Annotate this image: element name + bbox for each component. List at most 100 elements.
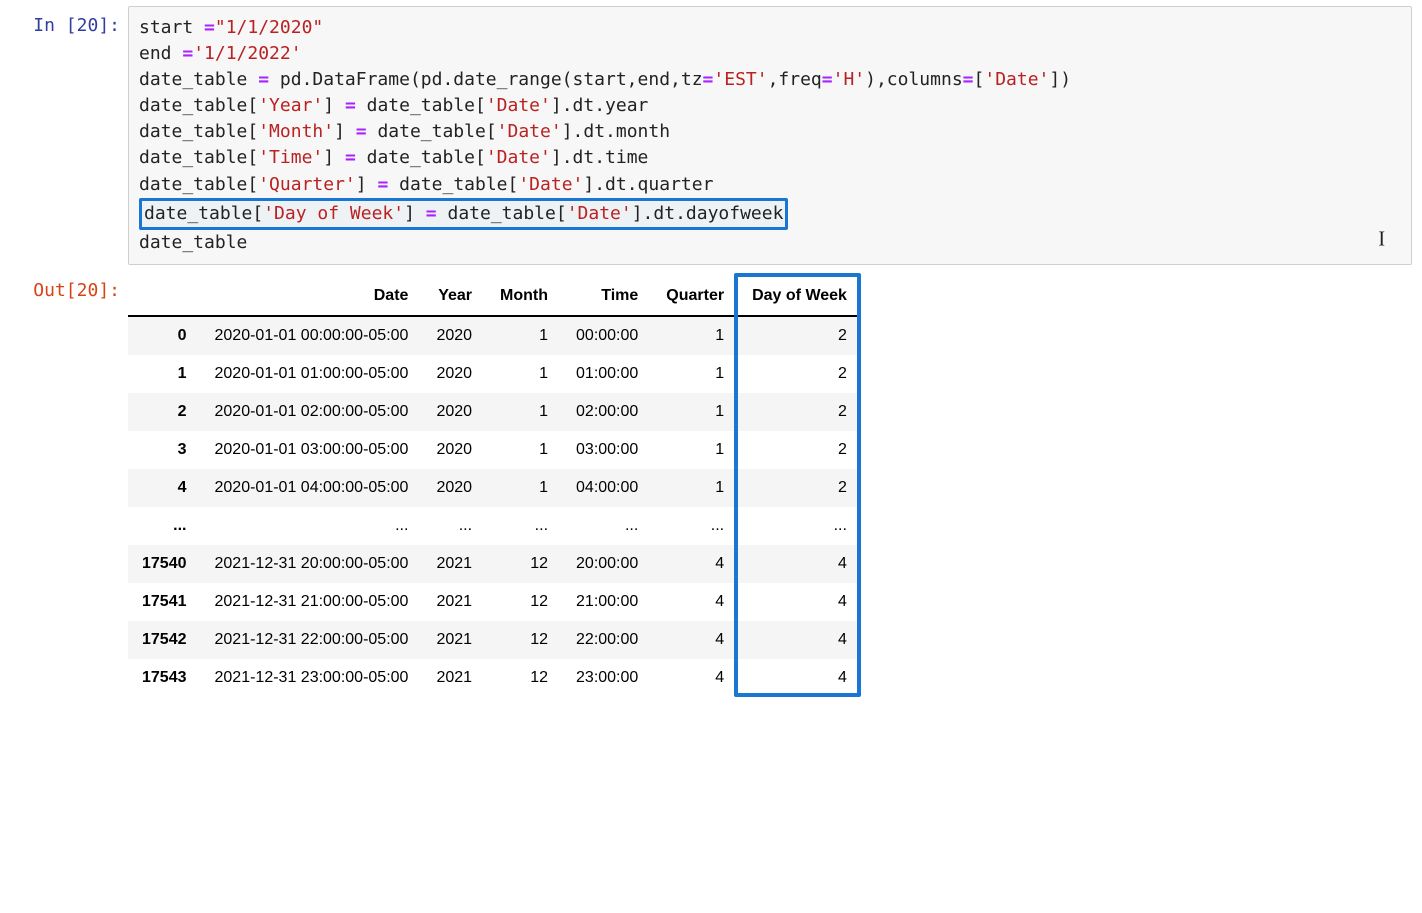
code-line-9: date_table xyxy=(139,232,247,253)
table-row: ..................... xyxy=(128,507,861,545)
cell: 1 xyxy=(652,469,738,507)
cell: 1 xyxy=(652,393,738,431)
code-line-8-highlighted: date_table['Day of Week'] = date_table['… xyxy=(139,198,788,230)
cell: 2020-01-01 00:00:00-05:00 xyxy=(201,316,423,355)
output-cell: Out[20]: Date Year Month Time Quarter Da… xyxy=(10,271,1412,700)
code-input[interactable]: start ="1/1/2020" end ='1/1/2022' date_t… xyxy=(128,6,1412,265)
code-line-2: end ='1/1/2022' xyxy=(139,43,302,64)
cell: ... xyxy=(201,507,423,545)
cell: 2 xyxy=(738,316,861,355)
table-row: 175422021-12-31 22:00:00-05:0020211222:0… xyxy=(128,621,861,659)
table-row: 175402021-12-31 20:00:00-05:0020211220:0… xyxy=(128,545,861,583)
cell: 02:00:00 xyxy=(562,393,652,431)
row-index: 4 xyxy=(128,469,201,507)
cell: 2020 xyxy=(422,469,486,507)
cell: 1 xyxy=(652,316,738,355)
cell: 1 xyxy=(486,469,562,507)
row-index: 17541 xyxy=(128,583,201,621)
table-body: 02020-01-01 00:00:00-05:002020100:00:001… xyxy=(128,316,861,697)
table-row: 175432021-12-31 23:00:00-05:0020211223:0… xyxy=(128,659,861,697)
cell: 4 xyxy=(652,583,738,621)
col-month: Month xyxy=(486,277,562,316)
code-line-3: date_table = pd.DataFrame(pd.date_range(… xyxy=(139,69,1071,90)
cell: 4 xyxy=(738,621,861,659)
cell: 23:00:00 xyxy=(562,659,652,697)
cell: 12 xyxy=(486,659,562,697)
cell: ... xyxy=(486,507,562,545)
cell: 21:00:00 xyxy=(562,583,652,621)
cell: 4 xyxy=(652,545,738,583)
table-row: 22020-01-01 02:00:00-05:002020102:00:001… xyxy=(128,393,861,431)
col-dayofweek: Day of Week xyxy=(738,277,861,316)
cell: 2020 xyxy=(422,316,486,355)
code-line-5: date_table['Month'] = date_table['Date']… xyxy=(139,121,670,142)
cell: 1 xyxy=(652,355,738,393)
cell: 4 xyxy=(738,659,861,697)
cell: 2021 xyxy=(422,659,486,697)
code-line-1: start ="1/1/2020" xyxy=(139,17,323,38)
output-prompt: Out[20]: xyxy=(10,271,128,302)
cell: 1 xyxy=(486,355,562,393)
col-year: Year xyxy=(422,277,486,316)
row-index: ... xyxy=(128,507,201,545)
cell: 2020 xyxy=(422,355,486,393)
table-header: Date Year Month Time Quarter Day of Week xyxy=(128,277,861,316)
cell: 00:00:00 xyxy=(562,316,652,355)
cell: 1 xyxy=(486,431,562,469)
cell: 2020-01-01 03:00:00-05:00 xyxy=(201,431,423,469)
cell: 1 xyxy=(652,431,738,469)
cell: 12 xyxy=(486,621,562,659)
cell: 2020-01-01 01:00:00-05:00 xyxy=(201,355,423,393)
row-index: 17540 xyxy=(128,545,201,583)
col-index xyxy=(128,277,201,316)
cell: 03:00:00 xyxy=(562,431,652,469)
row-index: 2 xyxy=(128,393,201,431)
cell: 2021 xyxy=(422,583,486,621)
cell: 04:00:00 xyxy=(562,469,652,507)
row-index: 17543 xyxy=(128,659,201,697)
row-index: 3 xyxy=(128,431,201,469)
cell: 1 xyxy=(486,393,562,431)
col-time: Time xyxy=(562,277,652,316)
cell: 20:00:00 xyxy=(562,545,652,583)
input-prompt: In [20]: xyxy=(10,6,128,37)
code-line-4: date_table['Year'] = date_table['Date'].… xyxy=(139,95,648,116)
cell: 2021 xyxy=(422,545,486,583)
cell: 2021-12-31 20:00:00-05:00 xyxy=(201,545,423,583)
code-line-6: date_table['Time'] = date_table['Date'].… xyxy=(139,147,648,168)
cell: 2 xyxy=(738,469,861,507)
cell: 2021-12-31 23:00:00-05:00 xyxy=(201,659,423,697)
cell: 22:00:00 xyxy=(562,621,652,659)
cell: 2 xyxy=(738,393,861,431)
cell: 4 xyxy=(652,621,738,659)
cell: 12 xyxy=(486,583,562,621)
cell: 2020 xyxy=(422,393,486,431)
table-row: 175412021-12-31 21:00:00-05:0020211221:0… xyxy=(128,583,861,621)
cell: 1 xyxy=(486,316,562,355)
cell: 2 xyxy=(738,431,861,469)
table-row: 12020-01-01 01:00:00-05:002020101:00:001… xyxy=(128,355,861,393)
cell: ... xyxy=(652,507,738,545)
cell: 01:00:00 xyxy=(562,355,652,393)
cell: 2020-01-01 04:00:00-05:00 xyxy=(201,469,423,507)
code-line-7: date_table['Quarter'] = date_table['Date… xyxy=(139,174,713,195)
cell: 4 xyxy=(738,545,861,583)
input-cell: In [20]: start ="1/1/2020" end ='1/1/202… xyxy=(10,6,1412,265)
text-cursor-icon: I xyxy=(1378,224,1385,254)
row-index: 17542 xyxy=(128,621,201,659)
cell: ... xyxy=(562,507,652,545)
output-area: Date Year Month Time Quarter Day of Week… xyxy=(128,271,1412,700)
cell: 2 xyxy=(738,355,861,393)
table-row: 42020-01-01 04:00:00-05:002020104:00:001… xyxy=(128,469,861,507)
cell: ... xyxy=(738,507,861,545)
cell: ... xyxy=(422,507,486,545)
cell: 2020 xyxy=(422,431,486,469)
dataframe-table: Date Year Month Time Quarter Day of Week… xyxy=(128,277,861,697)
row-index: 0 xyxy=(128,316,201,355)
table-row: 32020-01-01 03:00:00-05:002020103:00:001… xyxy=(128,431,861,469)
cell: 4 xyxy=(738,583,861,621)
table-row: 02020-01-01 00:00:00-05:002020100:00:001… xyxy=(128,316,861,355)
cell: 4 xyxy=(652,659,738,697)
output-wrapper: Date Year Month Time Quarter Day of Week… xyxy=(128,273,861,697)
cell: 2021-12-31 21:00:00-05:00 xyxy=(201,583,423,621)
